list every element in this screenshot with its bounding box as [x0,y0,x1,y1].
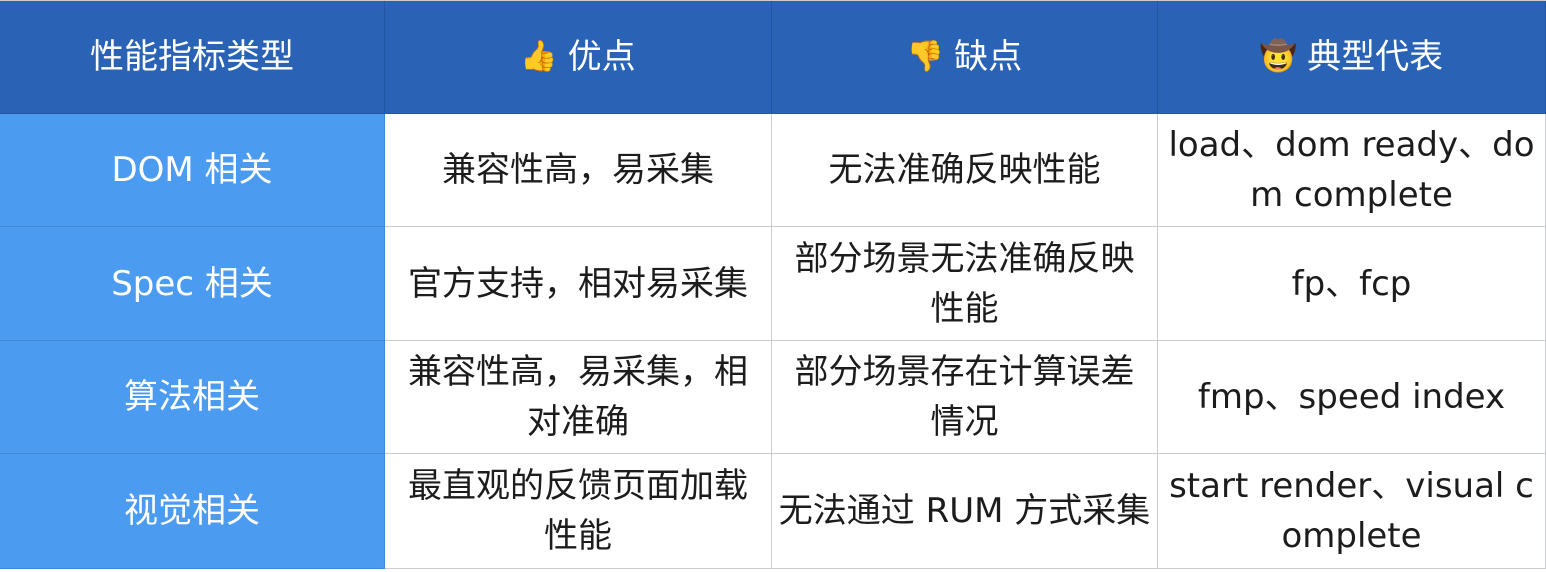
cons-cell: 无法准确反映性能 [772,114,1158,227]
header-cons: 👎 缺点 [772,1,1158,114]
pros-text: 官方支持，相对易采集 [408,263,748,304]
cons-text: 部分场景无法准确反映性能 [794,238,1135,329]
examples-text: fp、fcp [1291,263,1412,304]
header-type-label: 性能指标类型 [90,37,294,77]
pros-cell: 官方支持，相对易采集 [385,227,772,341]
header-cons-label: 缺点 [954,37,1023,77]
header-examples: 🤠 典型代表 [1158,1,1546,114]
cowboy-face-icon: 🤠 [1259,39,1298,74]
pros-cell: 兼容性高，易采集 [385,114,772,227]
cons-cell: 部分场景无法准确反映性能 [772,227,1158,341]
row-type-cell: Spec 相关 [0,227,385,341]
pros-text: 兼容性高，易采集，相对准确 [408,352,748,442]
pros-cell: 兼容性高，易采集，相对准确 [385,341,772,454]
header-examples-label: 典型代表 [1307,37,1444,77]
examples-cell: load、dom ready、dom complete [1158,114,1546,227]
thumbs-up-icon: 👍 [520,39,558,74]
row-type-cell: DOM 相关 [0,114,385,227]
pros-text: 兼容性高，易采集 [442,150,714,190]
row-type-cell: 算法相关 [0,341,385,454]
pros-text: 最直观的反馈页面加载性能 [408,466,748,556]
cons-text: 无法准确反映性能 [828,150,1101,190]
examples-text: start render、visual complete [1169,466,1534,556]
pros-cell: 最直观的反馈页面加载性能 [385,454,772,569]
row-type-label: DOM 相关 [111,150,273,190]
header-type: 性能指标类型 [0,1,385,114]
row-type-label: 视觉相关 [124,491,260,531]
performance-metrics-table: 性能指标类型 👍 优点 👎 缺点 🤠 典型代表 DOM 相关 兼容性高，易采集 … [0,0,1546,569]
cons-cell: 部分场景存在计算误差情况 [772,341,1158,454]
cons-cell: 无法通过 RUM 方式采集 [772,454,1158,569]
examples-cell: fmp、speed index [1158,341,1546,454]
row-type-cell: 视觉相关 [0,454,385,569]
header-pros-label: 优点 [567,37,636,77]
row-type-label: Spec 相关 [111,263,273,304]
thumbs-down-icon: 👎 [906,39,945,74]
row-type-label: 算法相关 [124,377,260,417]
examples-text: fmp、speed index [1197,377,1506,417]
examples-text: load、dom ready、dom complete [1168,125,1535,215]
examples-cell: fp、fcp [1158,227,1546,341]
header-pros: 👍 优点 [385,1,772,114]
examples-cell: start render、visual complete [1158,454,1546,569]
cons-text: 部分场景存在计算误差情况 [794,352,1135,442]
cons-text: 无法通过 RUM 方式采集 [778,491,1151,531]
